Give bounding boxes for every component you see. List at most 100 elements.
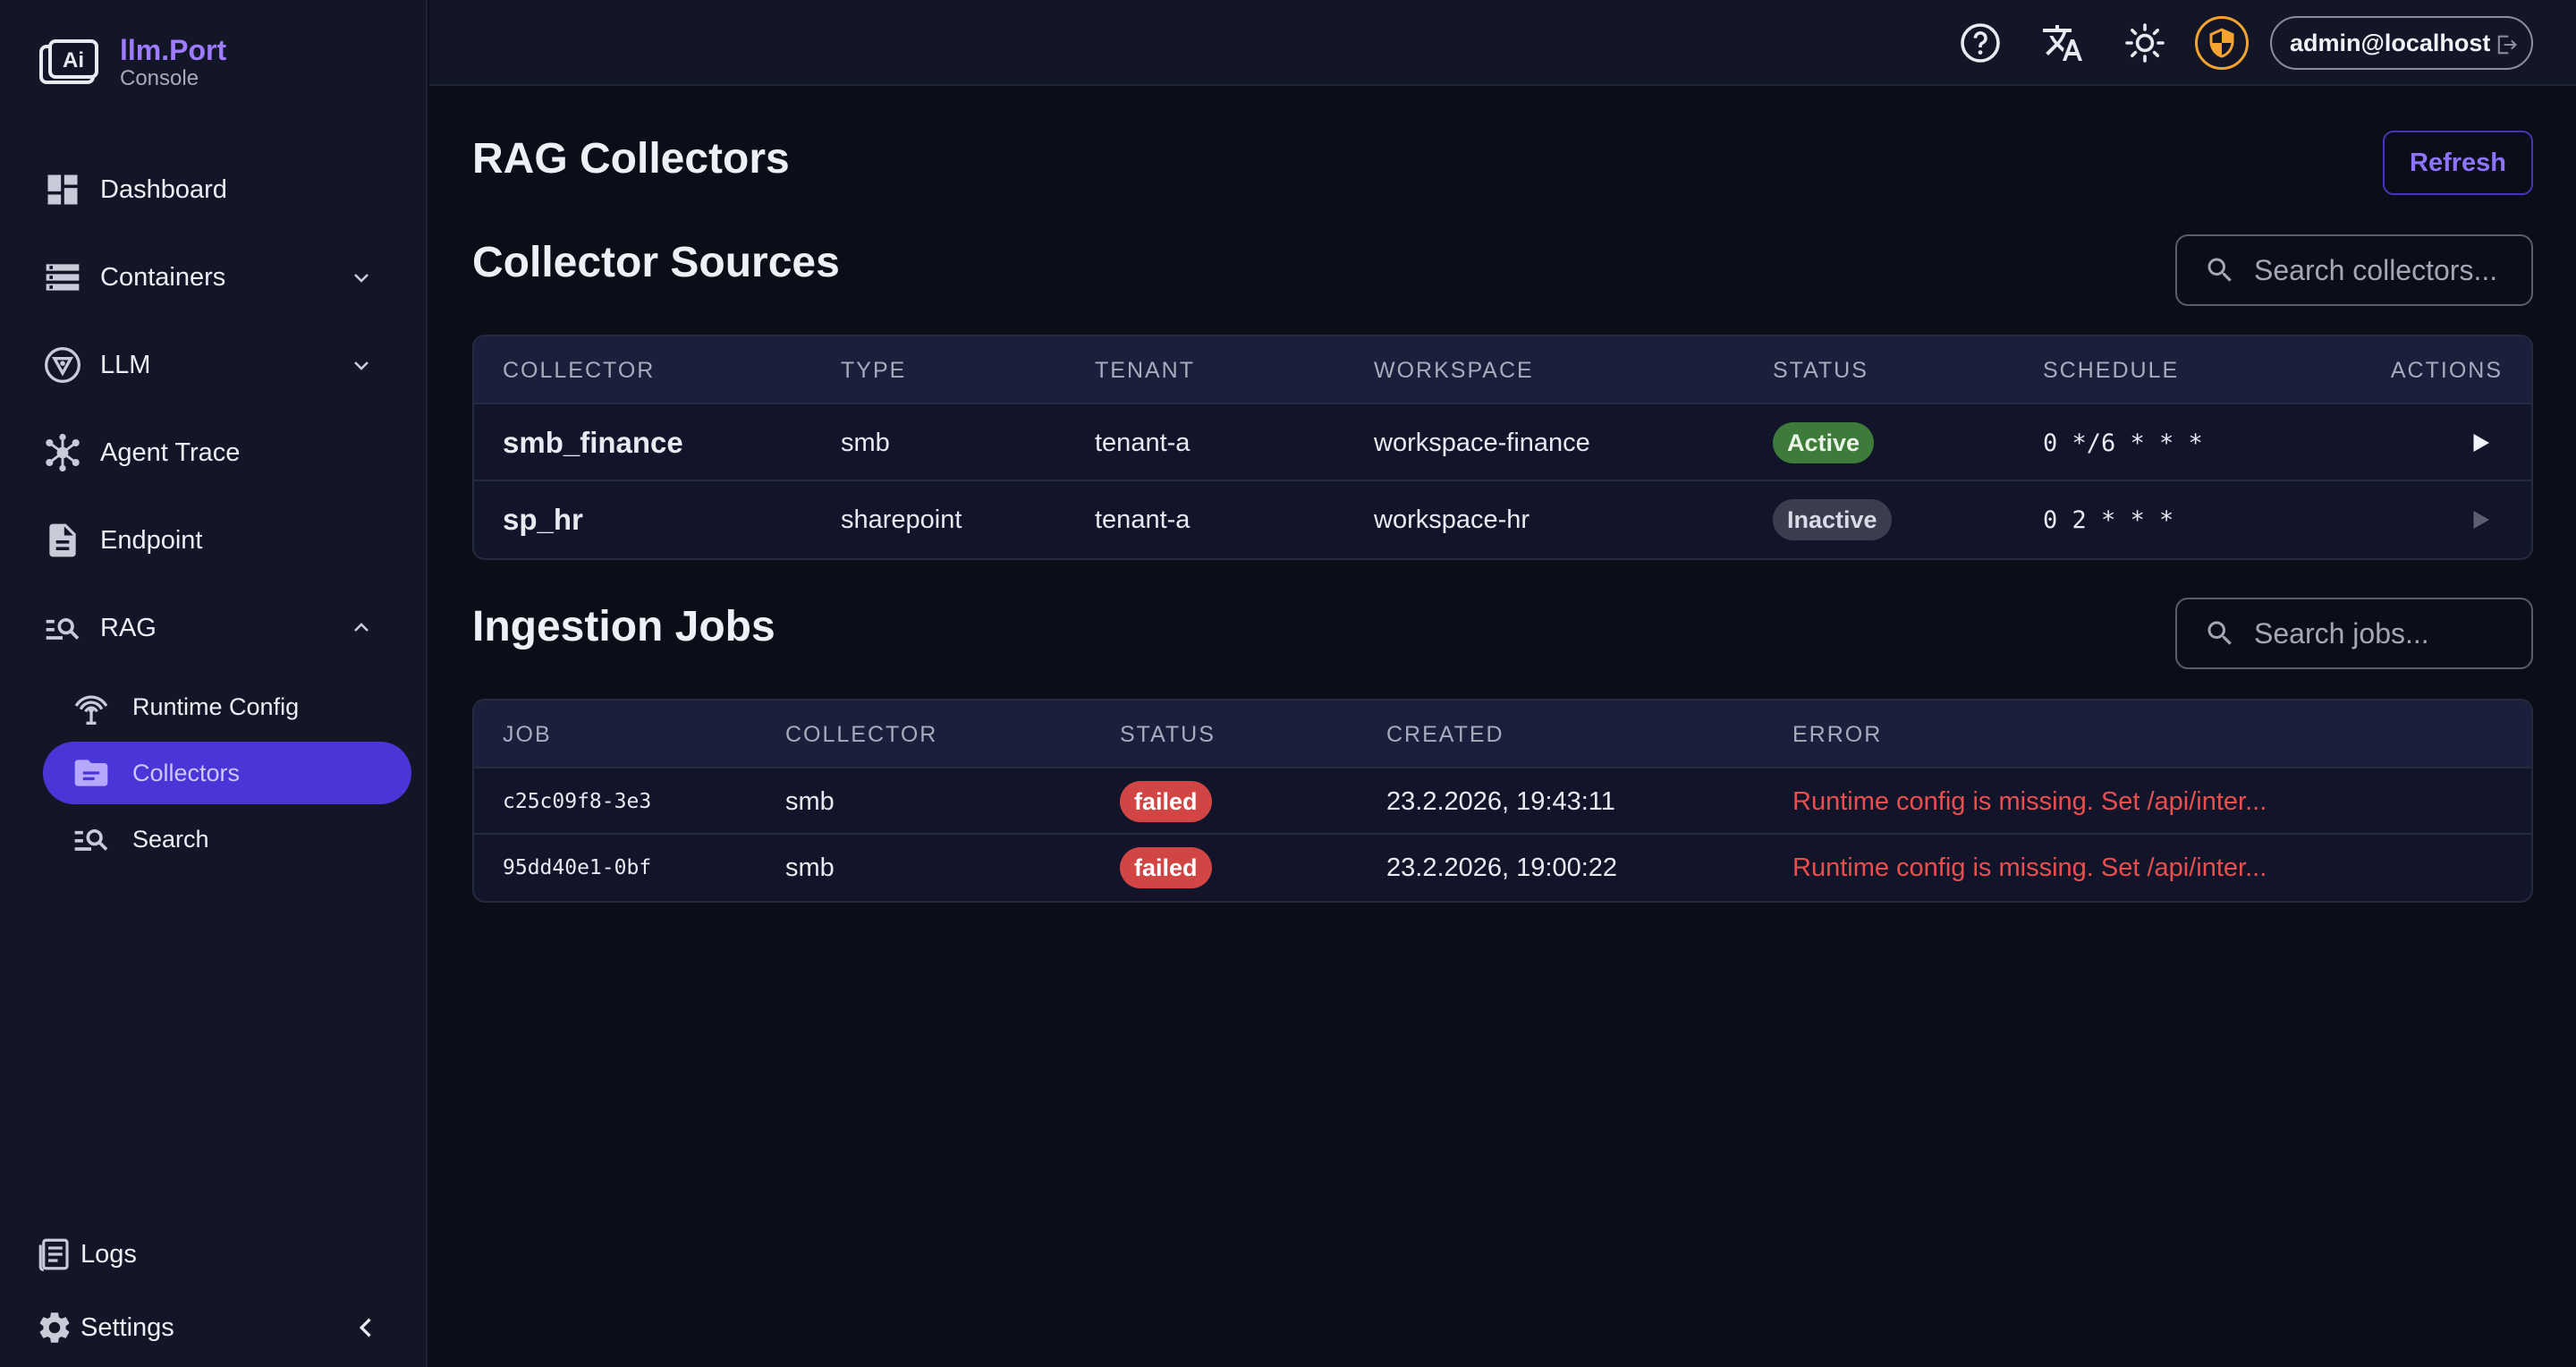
collector-tenant: tenant-a bbox=[1095, 505, 1191, 534]
table-header: JOB COLLECTOR STATUS CREATED ERROR bbox=[474, 700, 2531, 768]
sidebar-item-label: Logs bbox=[80, 1239, 137, 1269]
sidebar-item-label: LLM bbox=[100, 350, 151, 379]
column-header: TYPE bbox=[841, 358, 907, 383]
storage-icon bbox=[46, 264, 80, 291]
collector-schedule: 0 */6 * * * bbox=[2043, 429, 2203, 457]
chevron-down-icon bbox=[354, 361, 369, 370]
brand-subtitle: Console bbox=[120, 66, 199, 90]
job-collector: smb bbox=[785, 786, 835, 816]
manage-search-icon bbox=[46, 618, 80, 640]
sidebar-item-agent-trace[interactable]: Agent Trace bbox=[43, 421, 392, 484]
sidebar-item-settings[interactable]: Settings bbox=[36, 1301, 402, 1354]
column-header: STATUS bbox=[1773, 358, 1868, 383]
status-badge: failed bbox=[1120, 847, 1212, 888]
network-icon bbox=[46, 433, 80, 472]
translate-icon[interactable] bbox=[2041, 21, 2084, 64]
sidebar-item-label: RAG bbox=[100, 613, 157, 642]
sidebar-item-label: Runtime Config bbox=[132, 692, 300, 720]
collectors-search[interactable] bbox=[2175, 234, 2533, 306]
sidebar-item-collectors[interactable]: Collectors bbox=[43, 742, 411, 804]
status-cell: Active bbox=[1773, 404, 1875, 481]
job-id: 95dd40e1-0bf bbox=[503, 856, 652, 879]
collector-workspace: workspace-finance bbox=[1374, 428, 1590, 457]
table-row[interactable]: sp_hr sharepoint tenant-a workspace-hr I… bbox=[474, 481, 2531, 558]
sidebar-item-llm[interactable]: LLM bbox=[43, 334, 392, 396]
chevron-up-icon bbox=[354, 623, 369, 632]
document-icon bbox=[49, 523, 76, 557]
status-badge: Active bbox=[1773, 422, 1875, 463]
sidebar-item-endpoint[interactable]: Endpoint bbox=[43, 509, 392, 572]
collectors-table: COLLECTOR TYPE TENANT WORKSPACE STATUS S… bbox=[472, 335, 2533, 560]
manage-search-icon bbox=[74, 829, 108, 851]
dashboard-icon bbox=[47, 174, 78, 205]
actions-cell bbox=[2467, 404, 2494, 481]
search-icon bbox=[2207, 258, 2232, 282]
collector-type: smb bbox=[841, 428, 890, 457]
column-header: TENANT bbox=[1095, 358, 1195, 383]
play-icon[interactable] bbox=[2467, 506, 2494, 533]
column-header: COLLECTOR bbox=[785, 722, 938, 747]
page-title: RAG Collectors bbox=[472, 135, 790, 183]
table-row[interactable]: c25c09f8-3e3 smb failed 23.2.2026, 19:43… bbox=[474, 768, 2531, 835]
chevron-left-icon[interactable] bbox=[354, 1315, 379, 1340]
status-cell: failed bbox=[1120, 768, 1212, 835]
user-email: admin@localhost bbox=[2290, 29, 2491, 56]
job-id: c25c09f8-3e3 bbox=[503, 790, 652, 813]
topbar: admin@localhost bbox=[429, 0, 2576, 86]
collector-sources-title: Collector Sources bbox=[472, 239, 840, 286]
refresh-button[interactable]: Refresh bbox=[2383, 131, 2533, 195]
status-cell: failed bbox=[1120, 835, 1212, 901]
table-row[interactable]: smb_finance smb tenant-a workspace-finan… bbox=[474, 404, 2531, 481]
collectors-search-input[interactable] bbox=[2254, 253, 2522, 287]
column-header: CREATED bbox=[1386, 722, 1504, 747]
gear-icon bbox=[39, 1312, 70, 1343]
collector-tenant: tenant-a bbox=[1095, 428, 1191, 457]
column-header: COLLECTOR bbox=[503, 358, 656, 383]
logout-icon bbox=[2497, 35, 2517, 55]
sidebar-item-dashboard[interactable]: Dashboard bbox=[43, 158, 392, 221]
user-menu-button[interactable]: admin@localhost bbox=[2270, 16, 2533, 70]
jobs-search[interactable] bbox=[2175, 598, 2533, 669]
llm-icon bbox=[45, 347, 80, 383]
actions-cell bbox=[2467, 481, 2494, 558]
ingestion-jobs-title: Ingestion Jobs bbox=[472, 603, 775, 650]
status-badge: failed bbox=[1120, 781, 1212, 822]
status-badge: Inactive bbox=[1773, 499, 1892, 540]
shield-icon bbox=[2209, 28, 2234, 58]
brand[interactable]: Ai llm.Port Console bbox=[39, 34, 226, 91]
jobs-search-input[interactable] bbox=[2254, 616, 2522, 650]
collector-name: sp_hr bbox=[503, 503, 583, 536]
sidebar-item-label: Containers bbox=[100, 262, 226, 292]
sidebar-item-search[interactable]: Search bbox=[43, 808, 411, 870]
sidebar-item-label: Settings bbox=[80, 1312, 174, 1342]
column-header: JOB bbox=[503, 722, 552, 747]
job-created: 23.2.2026, 19:00:22 bbox=[1386, 853, 1618, 882]
sidebar-item-rag[interactable]: RAG bbox=[43, 597, 392, 659]
sun-icon[interactable] bbox=[2123, 21, 2166, 64]
job-error: Runtime config is missing. Set /api/inte… bbox=[1792, 853, 2267, 882]
search-icon bbox=[2207, 621, 2232, 645]
column-header: WORKSPACE bbox=[1374, 358, 1534, 383]
help-icon[interactable] bbox=[1959, 21, 2002, 64]
job-collector: smb bbox=[785, 853, 835, 882]
brand-name: llm.Port bbox=[120, 34, 227, 66]
jobs-table: JOB COLLECTOR STATUS CREATED ERROR c25c0… bbox=[472, 699, 2533, 903]
sidebar-item-label: Agent Trace bbox=[100, 437, 241, 467]
sidebar-item-runtime-config[interactable]: Runtime Config bbox=[43, 675, 411, 738]
column-header: ERROR bbox=[1792, 722, 1883, 747]
collector-workspace: workspace-hr bbox=[1374, 505, 1530, 534]
collector-name: smb_finance bbox=[503, 426, 683, 459]
column-header: ACTIONS bbox=[2390, 358, 2503, 383]
antenna-icon bbox=[74, 695, 108, 725]
play-icon[interactable] bbox=[2467, 429, 2494, 456]
sidebar-item-label: Search bbox=[132, 825, 209, 853]
svg-text:Ai: Ai bbox=[63, 48, 84, 72]
sidebar-item-label: Dashboard bbox=[100, 174, 227, 204]
security-button[interactable] bbox=[2195, 16, 2249, 70]
sidebar-item-containers[interactable]: Containers bbox=[43, 246, 392, 309]
table-row[interactable]: 95dd40e1-0bf smb failed 23.2.2026, 19:00… bbox=[474, 835, 2531, 901]
sidebar-item-label: Endpoint bbox=[100, 525, 203, 555]
status-cell: Inactive bbox=[1773, 481, 1892, 558]
collector-schedule: 0 2 * * * bbox=[2043, 505, 2174, 534]
sidebar-item-logs[interactable]: Logs bbox=[36, 1227, 402, 1281]
